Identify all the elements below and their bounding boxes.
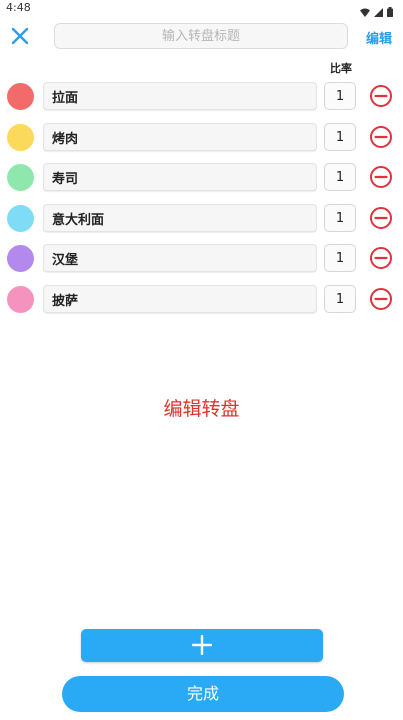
wifi-icon bbox=[360, 2, 370, 21]
wheel-title-input[interactable] bbox=[54, 23, 348, 49]
color-swatch[interactable] bbox=[7, 124, 34, 151]
remove-item-button[interactable] bbox=[369, 125, 393, 149]
item-name-input[interactable] bbox=[43, 163, 317, 191]
minus-circle-icon bbox=[370, 207, 392, 229]
item-name-input[interactable] bbox=[43, 244, 317, 272]
battery-icon bbox=[387, 2, 393, 21]
close-button[interactable] bbox=[8, 24, 32, 48]
minus-circle-icon bbox=[370, 85, 392, 107]
item-name-input[interactable] bbox=[43, 204, 317, 232]
item-row bbox=[0, 82, 403, 112]
item-ratio-input[interactable] bbox=[324, 204, 356, 232]
status-bar: 4:48 bbox=[0, 0, 403, 17]
item-ratio-input[interactable] bbox=[324, 123, 356, 151]
color-swatch[interactable] bbox=[7, 83, 34, 110]
item-name-input[interactable] bbox=[43, 82, 317, 110]
color-swatch[interactable] bbox=[7, 164, 34, 191]
status-time: 4:48 bbox=[6, 1, 31, 14]
remove-item-button[interactable] bbox=[369, 165, 393, 189]
minus-circle-icon bbox=[370, 126, 392, 148]
item-row bbox=[0, 285, 403, 315]
color-swatch[interactable] bbox=[7, 286, 34, 313]
signal-icon bbox=[374, 2, 383, 21]
item-name-input[interactable] bbox=[43, 123, 317, 151]
item-name-input[interactable] bbox=[43, 285, 317, 313]
item-row bbox=[0, 204, 403, 234]
item-ratio-input[interactable] bbox=[324, 82, 356, 110]
plus-icon bbox=[192, 635, 212, 655]
remove-item-button[interactable] bbox=[369, 287, 393, 311]
close-icon bbox=[11, 27, 29, 45]
item-row bbox=[0, 163, 403, 193]
color-swatch[interactable] bbox=[7, 245, 34, 272]
item-row bbox=[0, 123, 403, 153]
remove-item-button[interactable] bbox=[369, 84, 393, 108]
edit-wheel-screen: 4:48 编辑 比率 编辑转盘 完成 bbox=[0, 0, 403, 720]
item-row bbox=[0, 244, 403, 274]
remove-item-button[interactable] bbox=[369, 206, 393, 230]
done-button[interactable]: 完成 bbox=[62, 676, 344, 712]
item-ratio-input[interactable] bbox=[324, 244, 356, 272]
page-title: 编辑转盘 bbox=[163, 398, 240, 420]
color-swatch[interactable] bbox=[7, 205, 34, 232]
minus-circle-icon bbox=[370, 166, 392, 188]
item-ratio-input[interactable] bbox=[324, 285, 356, 313]
status-icons bbox=[360, 2, 393, 21]
remove-item-button[interactable] bbox=[369, 246, 393, 270]
item-ratio-input[interactable] bbox=[324, 163, 356, 191]
minus-circle-icon bbox=[370, 247, 392, 269]
ratio-column-header: 比率 bbox=[330, 62, 352, 75]
edit-button[interactable]: 编辑 bbox=[366, 28, 392, 47]
add-item-button[interactable] bbox=[81, 629, 323, 662]
minus-circle-icon bbox=[370, 288, 392, 310]
